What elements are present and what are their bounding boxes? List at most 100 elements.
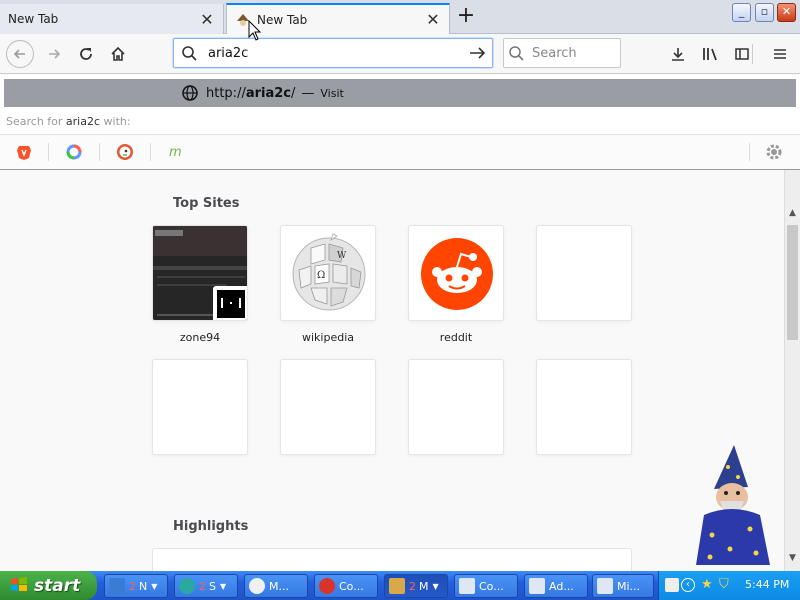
reload-button[interactable]	[72, 40, 100, 68]
taskbar-item-active[interactable]: 2 M ▼	[384, 574, 448, 598]
reddit-logo-icon	[421, 238, 493, 310]
close-window-button[interactable]: ✕	[777, 3, 796, 22]
chevron-down-icon: ▼	[432, 581, 439, 591]
taskbar-item[interactable]: Ad...	[524, 574, 588, 598]
zone94-favicon-icon	[213, 286, 247, 320]
window-icon	[529, 578, 545, 594]
chevron-left-icon[interactable]: ‹	[681, 578, 695, 592]
top-site-tile-empty[interactable]	[280, 359, 376, 455]
maximize-button[interactable]: ▫	[755, 3, 774, 22]
library-button[interactable]	[696, 40, 724, 68]
highlights-heading: Highlights	[173, 519, 249, 534]
task-label: Mi...	[617, 579, 641, 593]
engine-separator	[150, 143, 151, 161]
suggestion-row-visit[interactable]: http://aria2c / — Visit	[4, 79, 796, 107]
suggestion-url-host: aria2c	[245, 85, 291, 101]
suggestion-url-prefix: http://	[206, 85, 246, 101]
reload-icon	[80, 48, 92, 60]
engine-separator	[99, 143, 100, 161]
agent-icon	[249, 578, 265, 594]
forward-arrow-icon	[49, 49, 61, 59]
chevron-down-icon: ▼	[151, 581, 158, 591]
search-settings-gear-icon[interactable]	[763, 141, 785, 163]
one-off-search-engines: m	[0, 135, 800, 169]
suggestion-dash: —	[301, 85, 315, 101]
library-icon	[703, 48, 717, 61]
url-input[interactable]: aria2c	[204, 46, 464, 61]
start-label: start	[34, 575, 81, 596]
back-arrow-icon	[13, 49, 25, 59]
window-icon	[597, 578, 613, 594]
scroll-up-arrow-icon[interactable]: ▲	[785, 208, 800, 223]
tab-new-tab-1[interactable]: New Tab ✕	[0, 4, 224, 34]
top-site-tile-empty[interactable]	[408, 359, 504, 455]
back-button[interactable]	[6, 40, 34, 68]
top-site-tile-zone94[interactable]	[152, 225, 248, 321]
menu-button[interactable]	[766, 40, 794, 68]
tab-label: New Tab	[257, 12, 308, 27]
task-count: 2	[199, 579, 206, 593]
search-for-suffix: with:	[103, 115, 131, 128]
merlin-agent-character[interactable]	[690, 445, 776, 569]
engine-separator	[749, 143, 750, 161]
close-tab-icon[interactable]: ✕	[199, 10, 215, 29]
taskbar-item[interactable]: Mi...	[592, 574, 654, 598]
scroll-thumb[interactable]	[787, 225, 798, 340]
taskbar-item[interactable]: M...	[244, 574, 308, 598]
windows-logo-icon	[10, 576, 28, 596]
url-suggestions-popup: http://aria2c / — Visit Search for aria2c…	[0, 75, 800, 170]
search-icon	[509, 46, 524, 61]
url-bar[interactable]: aria2c	[173, 38, 493, 68]
duckduckgo-icon[interactable]	[114, 141, 136, 163]
top-site-tile-empty[interactable]	[152, 359, 248, 455]
home-button[interactable]	[104, 40, 132, 68]
system-tray: ‹ ★ ⛉ 5:44 PM	[658, 571, 800, 600]
brave-icon[interactable]	[13, 141, 35, 163]
chevron-down-icon: ▼	[219, 581, 227, 591]
clock[interactable]: 5:44 PM	[745, 578, 789, 591]
taskbar-item[interactable]: Co...	[314, 574, 378, 598]
task-label: M...	[269, 579, 289, 593]
wikipedia-globe-icon: Ω W	[292, 233, 366, 311]
new-tab-button[interactable]: +	[455, 5, 477, 28]
qwant-icon[interactable]	[63, 141, 85, 163]
task-count: 2	[409, 579, 416, 593]
svg-text:Ω: Ω	[317, 270, 325, 281]
search-for-query: aria2c	[65, 115, 101, 128]
suggestion-url-suffix: /	[291, 85, 296, 101]
explorer-icon	[109, 578, 125, 594]
top-site-tile-empty[interactable]	[536, 359, 632, 455]
taskbar-item[interactable]: 2 S ▼	[174, 574, 238, 598]
window-icon	[459, 578, 475, 594]
tab-label: New Tab	[8, 12, 59, 26]
taskbar-item[interactable]: 2 N ▼	[104, 574, 168, 598]
navigation-toolbar: aria2c Search	[0, 34, 800, 74]
top-site-tile-wikipedia[interactable]: Ω W	[280, 225, 376, 321]
taskbar-item[interactable]: Co...	[454, 574, 518, 598]
search-input[interactable]: Search	[528, 46, 577, 61]
minimize-button[interactable]: _	[732, 3, 751, 22]
close-tab-icon[interactable]: ✕	[425, 10, 441, 29]
star-icon[interactable]: ★	[701, 578, 715, 592]
top-site-tile-reddit[interactable]	[408, 225, 504, 321]
keyboard-icon[interactable]	[665, 578, 679, 592]
shield-icon[interactable]: ⛉	[719, 578, 733, 592]
engine-separator	[48, 143, 49, 161]
forward-button[interactable]	[40, 40, 68, 68]
search-bar[interactable]: Search	[503, 38, 621, 68]
page-scrollbar[interactable]: ▲ ▼	[784, 170, 800, 571]
toolbar-separator	[752, 44, 753, 64]
start-button[interactable]: start	[0, 571, 97, 600]
tab-bar: New Tab ✕ New Tab ✕ + _ ▫ ✕	[0, 0, 800, 34]
top-sites-heading: Top Sites	[173, 196, 240, 211]
highlight-card[interactable]	[152, 548, 632, 571]
top-site-tile-empty[interactable]	[536, 225, 632, 321]
scroll-down-arrow-icon[interactable]: ▼	[785, 553, 800, 568]
mojeek-icon[interactable]: m	[165, 141, 187, 163]
downloads-button[interactable]	[664, 40, 692, 68]
firefox-icon	[389, 578, 405, 594]
svg-text:m: m	[169, 145, 182, 160]
go-arrow-icon[interactable]	[464, 44, 492, 62]
task-label: N	[139, 579, 148, 593]
suggestion-visit-label: Visit	[320, 86, 344, 100]
